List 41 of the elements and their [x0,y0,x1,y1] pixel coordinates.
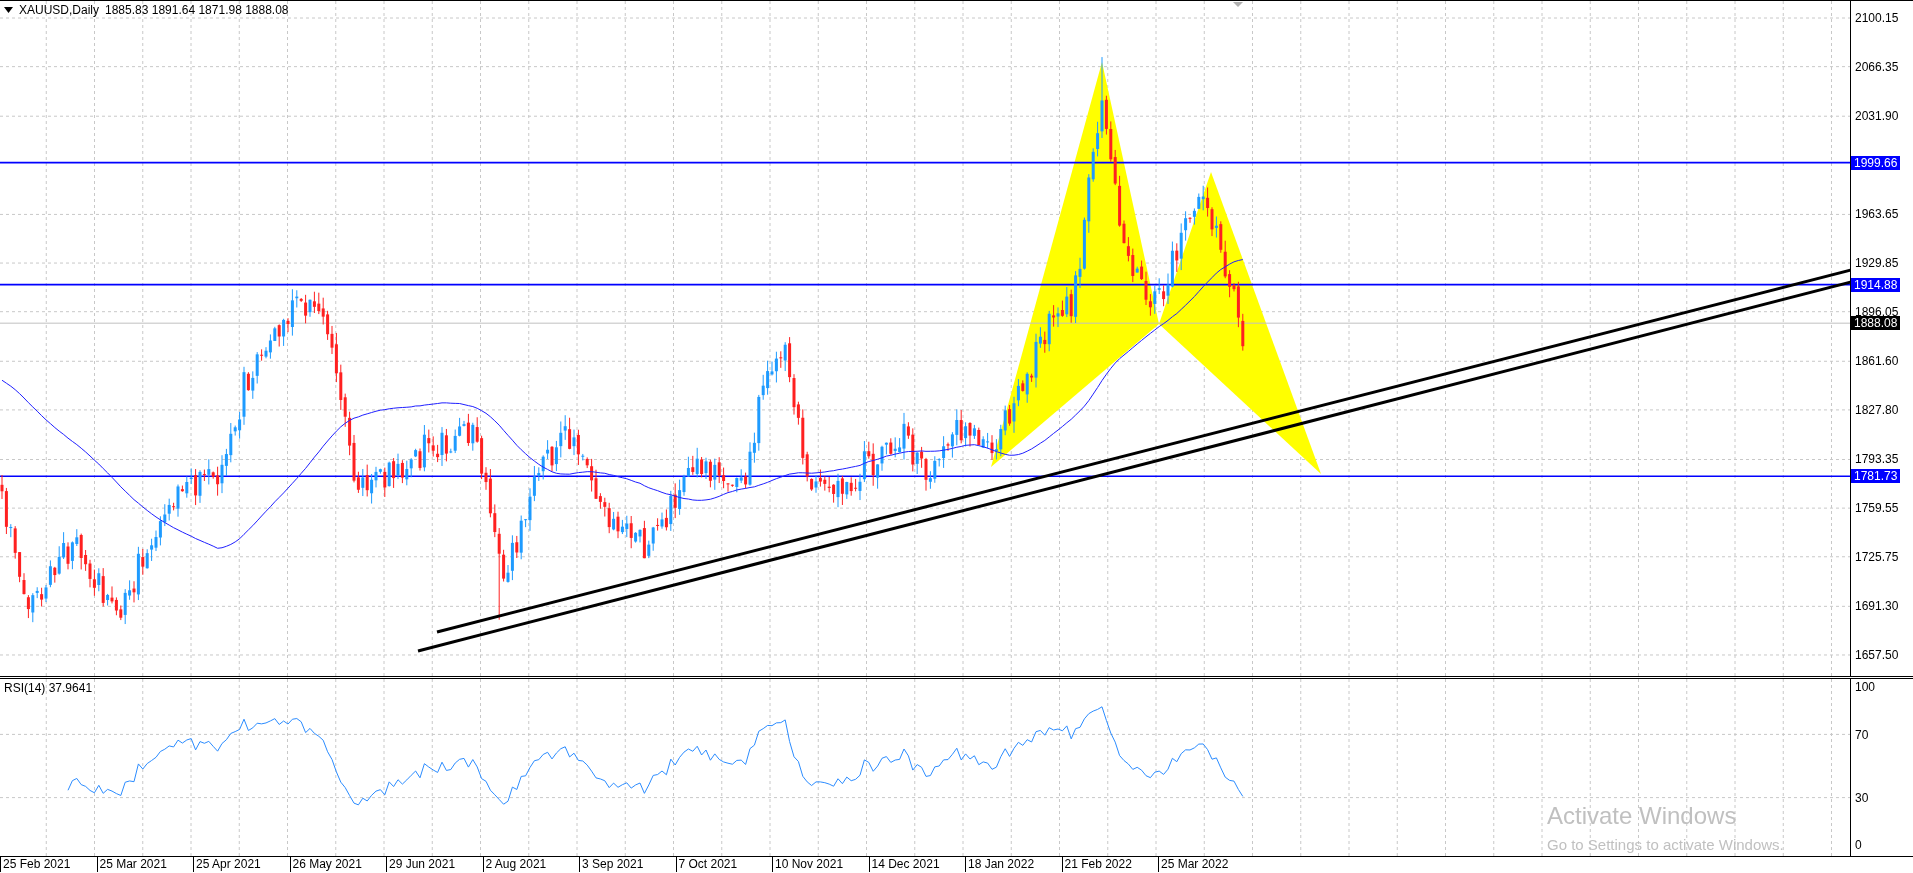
date-tick-label: 3 Sep 2021 [579,857,644,873]
price-tick-label: 1963.65 [1855,207,1899,222]
activation-notice-title: Activate Windows [1547,802,1737,830]
price-tick-label: 1861.60 [1855,354,1899,369]
date-tick-label: 21 Feb 2022 [1061,857,1132,873]
price-tick-label: 2066.35 [1855,59,1899,74]
price-tick-label: 1657.50 [1855,647,1899,662]
date-tick-label: 25 Mar 2022 [1158,857,1229,873]
price-level-label: 1914.88 [1851,277,1901,292]
date-tick-label: 2 Aug 2021 [482,857,547,873]
price-tick-label: 1725.75 [1855,549,1899,564]
ohlc-values: 1885.83 1891.64 1871.98 1888.08 [105,3,289,17]
date-tick-label: 26 May 2021 [289,857,362,873]
date-tick-label: 18 Jan 2022 [965,857,1035,873]
date-tick-label: 25 Apr 2021 [193,857,261,873]
shift-marker-icon[interactable] [1233,2,1243,7]
date-tick-label: 29 Jun 2021 [386,857,456,873]
price-level-label: 1888.08 [1851,316,1901,331]
rsi-tick-label: 70 [1855,727,1869,742]
price-tick-label: 1793.35 [1855,452,1899,467]
date-tick-label: 25 Feb 2021 [0,857,71,873]
rsi-tick-label: 100 [1855,680,1876,695]
price-tick-label: 1827.80 [1855,402,1899,417]
price-tick-label: 2100.15 [1855,11,1899,25]
price-tick-label: 1929.85 [1855,256,1899,271]
price-tick-label: 1691.30 [1855,599,1899,614]
date-tick-label: 25 Mar 2021 [96,857,167,873]
price-level-label: 1781.73 [1851,469,1901,484]
activation-notice-text: Go to Settings to activate Windows. [1547,836,1784,853]
date-tick-label: 14 Dec 2021 [868,857,940,873]
price-tick-label: 1759.55 [1855,501,1899,516]
price-tick-label: 2031.90 [1855,109,1899,124]
rsi-tick-label: 30 [1855,791,1869,806]
symbol-label: XAUUSD,Daily [19,3,99,17]
rsi-tick-label: 0 [1855,838,1862,853]
date-tick-label: 7 Oct 2021 [675,857,738,873]
price-level-label: 1999.66 [1851,155,1901,170]
date-tick-label: 10 Nov 2021 [772,857,844,873]
price-tick-label: 1896.05 [1855,304,1899,319]
caret-icon[interactable] [4,7,13,13]
indicator-label: RSI(14) 37.9641 [4,681,93,696]
